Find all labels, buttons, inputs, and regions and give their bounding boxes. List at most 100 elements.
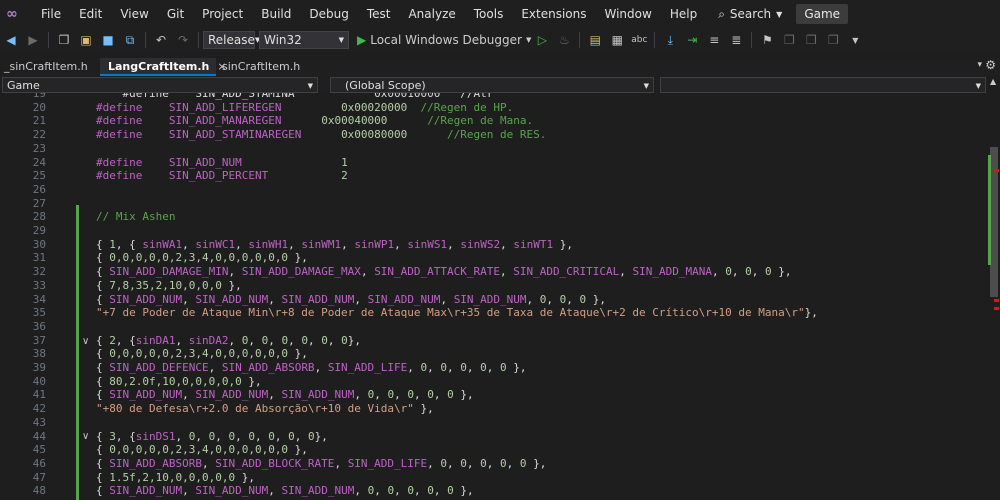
comment-icon[interactable]: ≡: [705, 31, 723, 49]
solution-name-button[interactable]: Game: [796, 4, 849, 24]
code-token: sinWA1: [142, 237, 183, 251]
code-line: 30 { 1, { sinWA1, sinWC1, sinWH1, sinWM1,…: [0, 238, 988, 252]
line-number: 25: [32, 169, 46, 183]
clear-bookmarks-icon[interactable]: ❐: [824, 31, 842, 49]
collapse-icon[interactable]: ∨: [82, 431, 92, 442]
code-text: // Mix Ashen: [96, 210, 175, 224]
code-text: { 1.5f,2,10,0,0,0,0,0 },: [96, 471, 255, 485]
code-token: ,: [447, 361, 461, 374]
code-text: { SIN_ADD_NUM, SIN_ADD_NUM, SIN_ADD_NUM,…: [96, 484, 474, 498]
code-token: {: [96, 443, 110, 457]
save-all-icon[interactable]: ⧉: [121, 31, 139, 49]
code-token: {: [96, 470, 110, 484]
member-dropdown[interactable]: ▼: [660, 77, 986, 93]
code-token: SIN_ADD_NUM: [109, 292, 183, 306]
separator: [198, 32, 199, 48]
project-dropdown[interactable]: Game ▼: [2, 77, 318, 93]
code-token: SIN_ADD_DAMAGE_MAX: [241, 265, 361, 279]
code-token: 0: [288, 429, 295, 443]
menu-item[interactable]: Project: [193, 7, 252, 21]
menu-item[interactable]: View: [111, 7, 157, 21]
start-without-debugging-icon[interactable]: ▷: [533, 31, 551, 49]
search-button[interactable]: ⌕ Search ▼: [718, 7, 782, 22]
code-token: 1: [109, 237, 116, 251]
code-token: ,: [433, 484, 448, 498]
menu-item[interactable]: Edit: [70, 7, 111, 21]
code-editor[interactable]: 19 #define SIN_ADD_STAMINA 0x00010000 //…: [0, 93, 988, 500]
solution-explorer-icon[interactable]: ▤: [586, 31, 604, 49]
menu-item[interactable]: Extensions: [512, 7, 595, 21]
menu-item[interactable]: Debug: [300, 7, 357, 21]
code-line: 48 { SIN_ADD_NUM, SIN_ADD_NUM, SIN_ADD_NU…: [0, 484, 988, 498]
code-token: },: [347, 333, 361, 347]
tab-langcraftitem[interactable]: LangCraftItem.h ⨯: [100, 58, 227, 76]
redo-icon[interactable]: ↷: [174, 31, 192, 49]
platform-dropdown[interactable]: Win32 ▼: [259, 31, 349, 49]
code-text: { 1, { sinWA1, sinWC1, sinWH1, sinWM1, s…: [96, 238, 573, 252]
code-token: ,: [546, 292, 560, 306]
bookmark-icon[interactable]: ⚑: [758, 31, 776, 49]
code-token: 0: [407, 484, 414, 498]
line-number: 28: [32, 210, 46, 224]
code-token: ,: [354, 292, 368, 306]
undo-icon[interactable]: ↶: [152, 31, 170, 49]
tab-list-dropdown-icon[interactable]: ▾: [977, 60, 982, 70]
code-token: 0: [480, 361, 487, 374]
uncomment-icon[interactable]: ≣: [727, 31, 745, 49]
start-debugging-button[interactable]: ▶ Local Windows Debugger ▼: [357, 33, 531, 47]
step-into-icon[interactable]: ⤓: [661, 31, 679, 49]
window-layout-icon[interactable]: ▦: [608, 31, 626, 49]
new-project-icon[interactable]: ❐: [55, 31, 73, 49]
indent-icon[interactable]: ⇥: [683, 31, 701, 49]
forward-icon[interactable]: ▶: [24, 31, 42, 49]
code-token: SIN_ADD_NUM: [109, 484, 183, 498]
scope-dropdown[interactable]: (Global Scope) ▼: [330, 77, 654, 93]
code-token: 2: [109, 333, 116, 347]
code-token: ,: [175, 333, 189, 347]
menu-item[interactable]: Tools: [465, 7, 513, 21]
code-text: #define SIN_ADD_PERCENT 2: [96, 169, 348, 183]
code-token: ,: [427, 361, 441, 374]
configuration-dropdown[interactable]: Release ▼: [203, 31, 260, 49]
code-token: {: [96, 333, 110, 347]
prev-bookmark-icon[interactable]: ❐: [780, 31, 798, 49]
line-number: 37: [32, 333, 46, 347]
save-icon[interactable]: ■: [99, 31, 117, 49]
hot-reload-icon[interactable]: ♨: [555, 31, 573, 49]
code-token: ,: [466, 456, 481, 470]
collapse-icon[interactable]: ∨: [82, 336, 92, 347]
menu-item[interactable]: File: [32, 7, 70, 21]
separator: [654, 32, 656, 48]
menu-item[interactable]: Analyze: [399, 7, 464, 21]
code-token: sinWS1: [407, 237, 448, 251]
code-token: ,: [731, 265, 746, 279]
toolbar-overflow-icon[interactable]: ▼: [846, 31, 864, 49]
menu-item[interactable]: Git: [158, 7, 193, 21]
code-token: 0: [321, 333, 328, 347]
line-number: 38: [32, 347, 46, 361]
spell-check-icon[interactable]: abc: [630, 31, 648, 49]
code-token: {: [96, 484, 110, 498]
gear-icon[interactable]: ⚙: [985, 58, 996, 72]
line-number: 22: [32, 128, 46, 142]
line-number: 21: [32, 114, 46, 128]
open-folder-icon[interactable]: ▣: [77, 31, 95, 49]
visual-studio-logo-icon[interactable]: ∞: [6, 6, 22, 22]
code-token: },: [221, 278, 242, 292]
menu-item[interactable]: Window: [596, 7, 661, 21]
code-token: SIN_ADD_ABSORB: [109, 456, 202, 470]
code-line: 20 #define SIN_ADD_LIFEREGEN 0x00020000 /…: [0, 101, 988, 115]
menu-item[interactable]: Test: [358, 7, 400, 21]
vertical-scrollbar[interactable]: ▲: [988, 77, 1000, 500]
menu-item[interactable]: Help: [661, 7, 706, 21]
menu-item[interactable]: Build: [252, 7, 300, 21]
scroll-up-icon[interactable]: ▲: [990, 77, 996, 86]
next-bookmark-icon[interactable]: ❐: [802, 31, 820, 49]
tab-sincraftitem[interactable]: sinCraftItem.h: [218, 58, 318, 76]
code-line: 36: [0, 320, 988, 334]
back-icon[interactable]: ◀: [2, 31, 20, 49]
tab-sincraftitem-underscore[interactable]: _sinCraftItem.h: [0, 58, 102, 76]
code-token: {: [96, 251, 110, 265]
code-text: #define SIN_ADD_MANAREGEN 0x00040000 //R…: [96, 114, 533, 128]
